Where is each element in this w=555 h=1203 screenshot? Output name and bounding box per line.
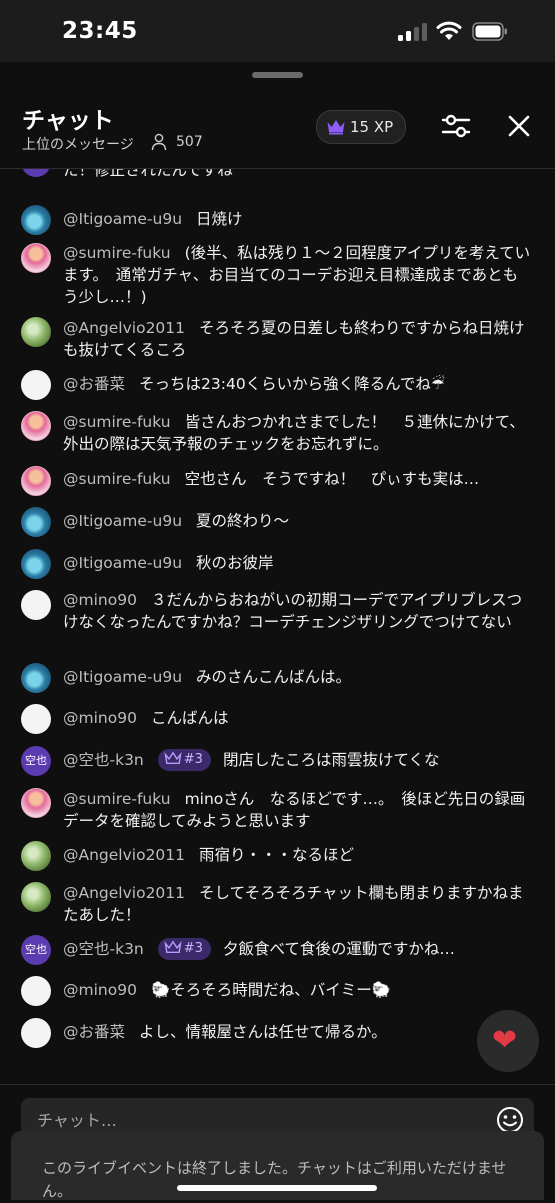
avatar[interactable]: [21, 317, 51, 347]
heart-icon: ❤: [492, 1023, 518, 1058]
chat-message-list[interactable]: た！修正されたんですね @Itigoame-u9u 日焼け @sumire-fuk…: [0, 169, 555, 1083]
author-name[interactable]: @mino90: [63, 981, 137, 999]
home-indicator[interactable]: [177, 1185, 377, 1191]
avatar: [21, 169, 51, 177]
author-name[interactable]: @Itigoame-u9u: [63, 668, 182, 686]
message-text: 秋のお彼岸: [196, 554, 274, 572]
author-name[interactable]: @空也-k3n: [63, 751, 144, 769]
author-name[interactable]: @sumire-fuku: [63, 790, 171, 808]
author-name[interactable]: @空也-k3n: [63, 940, 144, 958]
message-text: 雨宿り・・・なるほど: [199, 846, 355, 864]
author-name[interactable]: @Itigoame-u9u: [63, 554, 182, 572]
heart-reaction-button[interactable]: ❤: [477, 1010, 539, 1072]
avatar[interactable]: [21, 1018, 51, 1048]
chat-mode-label[interactable]: 上位のメッセージ: [22, 134, 134, 154]
wifi-icon: [436, 21, 462, 40]
avatar[interactable]: [21, 704, 51, 734]
viewer-count: 507: [176, 134, 203, 150]
sheet-grabber[interactable]: [252, 72, 303, 78]
author-name[interactable]: @Itigoame-u9u: [63, 210, 182, 228]
crown-icon: [164, 940, 182, 954]
crown-icon: [327, 120, 345, 135]
avatar[interactable]: [21, 507, 51, 537]
member-badge[interactable]: #3: [157, 938, 211, 960]
status-bar: 23:45: [0, 0, 555, 62]
message-text: みのさんこんばんは。: [196, 668, 352, 686]
author-name[interactable]: @sumire-fuku: [63, 470, 171, 488]
message-text: こんばんは: [150, 709, 229, 727]
message-text: そっちは23:40くらいから強く降るんでね☔: [139, 375, 445, 393]
message-text: 夕飯食べて食後の運動ですかね…: [222, 940, 455, 958]
avatar[interactable]: [21, 882, 51, 912]
avatar[interactable]: [21, 841, 51, 871]
message-text: 空也さん そうですね！ ぴぃすも実は…: [184, 470, 480, 488]
xp-badge[interactable]: 15 XP: [316, 110, 406, 144]
author-name[interactable]: @Angelvio2011: [63, 884, 185, 902]
author-name[interactable]: @mino90: [63, 709, 137, 727]
xp-label: 15 XP: [350, 118, 394, 136]
author-name[interactable]: @Itigoame-u9u: [63, 512, 182, 530]
avatar[interactable]: [21, 205, 51, 235]
avatar[interactable]: [21, 370, 51, 400]
author-name[interactable]: @Angelvio2011: [63, 846, 185, 864]
avatar[interactable]: [21, 549, 51, 579]
message-text: 🐑そろそろ時間だね、バイミー🐑: [150, 981, 392, 999]
message-text: 日焼け: [196, 210, 243, 228]
member-badge[interactable]: #3: [157, 749, 211, 771]
author-name[interactable]: @お番菜: [63, 375, 125, 393]
settings-sliders-icon[interactable]: [441, 111, 471, 141]
chat-input[interactable]: [35, 1106, 479, 1134]
avatar[interactable]: [21, 590, 51, 620]
chat-header: チャット 上位のメッセージ 507 15 XP: [0, 92, 555, 169]
avatar[interactable]: 空也: [21, 746, 51, 776]
chat-ended-text: このライブイベントは終了しました。チャットはご利用いただけません。: [42, 1159, 507, 1200]
crown-icon: [164, 751, 182, 765]
message-text: 夏の終わり〜: [196, 512, 290, 530]
avatar[interactable]: [21, 663, 51, 693]
avatar[interactable]: [21, 466, 51, 496]
author-name[interactable]: @mino90: [63, 591, 137, 609]
avatar[interactable]: [21, 411, 51, 441]
page-title: チャット: [22, 108, 114, 134]
message-text: た！修正されたんですね: [63, 169, 233, 179]
person-icon: [151, 133, 167, 151]
avatar[interactable]: [21, 243, 51, 273]
status-time: 23:45: [62, 18, 138, 44]
avatar[interactable]: [21, 976, 51, 1006]
cellular-signal-icon: [398, 23, 428, 41]
message-text: よし、情報屋さんは任せて帰るか。: [139, 1023, 387, 1041]
author-name[interactable]: @Angelvio2011: [63, 319, 185, 337]
battery-icon: [472, 22, 507, 41]
author-name[interactable]: @お番菜: [63, 1023, 125, 1041]
author-name[interactable]: @sumire-fuku: [63, 413, 171, 431]
close-icon[interactable]: [506, 113, 532, 139]
message-text: 閉店したころは雨雲抜けてくな: [222, 751, 440, 769]
author-name[interactable]: @sumire-fuku: [63, 244, 171, 262]
avatar[interactable]: [21, 788, 51, 818]
avatar[interactable]: 空也: [21, 935, 51, 965]
